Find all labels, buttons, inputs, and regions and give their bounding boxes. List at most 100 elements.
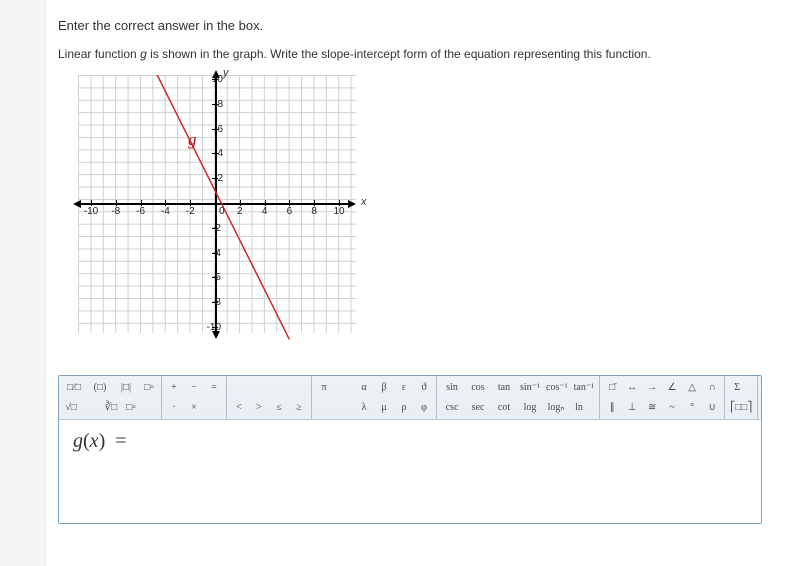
x-tick-label: -6 (136, 206, 145, 217)
math-tool-button[interactable]: ρ (395, 399, 413, 416)
x-tick (91, 200, 92, 206)
y-tick (212, 327, 218, 328)
x-tick-label: -10 (84, 206, 98, 217)
math-tool-button[interactable]: ↔ (623, 379, 641, 396)
math-tool-button[interactable] (335, 399, 353, 416)
y-tick (212, 79, 218, 80)
math-tool-button[interactable]: ε (395, 379, 413, 396)
math-tool-button[interactable]: □̄ (603, 379, 621, 396)
y-tick (212, 129, 218, 130)
math-tool-button[interactable]: cos (466, 379, 490, 396)
math-tool-button[interactable]: cos⁻¹ (544, 379, 570, 396)
math-tool-button[interactable]: μ (375, 399, 393, 416)
math-tool-button[interactable] (230, 379, 248, 396)
toolbar-group: □̄↔→∠△∩ ∥⊥≅~°∪ (600, 376, 725, 419)
x-tick (141, 200, 142, 206)
instruction-text: Enter the correct answer in the box. (58, 18, 782, 33)
math-tool-button[interactable]: β (375, 379, 393, 396)
math-tool-button[interactable] (315, 399, 333, 416)
math-tool-button[interactable]: ~ (663, 399, 681, 416)
x-tick-label: 2 (237, 206, 243, 217)
math-tool-button[interactable]: sin (440, 379, 464, 396)
math-tool-button[interactable]: logₙ (544, 399, 568, 416)
answer-prefix: g (73, 430, 83, 452)
math-tool-button[interactable]: csc (440, 399, 464, 416)
math-tool-button[interactable]: ln (570, 399, 588, 416)
math-tool-button[interactable]: ∛□ (102, 399, 120, 416)
y-tick (212, 153, 218, 154)
y-tick (212, 228, 218, 229)
math-tool-button[interactable]: △ (683, 379, 701, 396)
math-tool-button[interactable] (82, 399, 100, 416)
x-tick-label: 10 (333, 206, 344, 217)
math-tool-button[interactable]: → (643, 379, 661, 396)
toolbar-group: +−= ·× (162, 376, 227, 419)
toolbar-group: <>≤≥ (227, 376, 312, 419)
math-tool-button[interactable]: ∠ (663, 379, 681, 396)
math-tool-button[interactable]: − (185, 379, 203, 396)
math-tool-button[interactable]: tan (492, 379, 516, 396)
math-tool-button[interactable]: ϑ (415, 379, 433, 396)
x-tick (339, 200, 340, 206)
math-tool-button[interactable]: cot (492, 399, 516, 416)
math-tool-button[interactable] (250, 379, 268, 396)
x-tick (289, 200, 290, 206)
math-tool-button[interactable]: ≤ (270, 399, 288, 416)
x-tick (314, 200, 315, 206)
x-tick-label: -8 (111, 206, 120, 217)
math-tool-button[interactable]: ≅ (643, 399, 661, 416)
math-tool-button[interactable]: ⊥ (623, 399, 641, 416)
math-tool-button[interactable] (205, 399, 223, 416)
toolbar-group: Σ ⎡□□⎤ (725, 376, 758, 419)
x-tick-label: 4 (262, 206, 268, 217)
math-tool-button[interactable]: sec (466, 399, 490, 416)
math-tool-button[interactable]: sin⁻¹ (518, 379, 542, 396)
math-tool-button[interactable]: ≥ (290, 399, 308, 416)
math-tool-button[interactable]: ∩ (703, 379, 721, 396)
toolbar-group: sincostansin⁻¹cos⁻¹tan⁻¹ cscseccotloglogₙ… (437, 376, 600, 419)
x-tick-label: 6 (287, 206, 293, 217)
y-tick (212, 104, 218, 105)
x-tick (240, 200, 241, 206)
math-tool-button[interactable]: λ (355, 399, 373, 416)
y-tick (212, 178, 218, 179)
math-tool-button[interactable]: α (355, 379, 373, 396)
math-tool-button[interactable]: Σ (728, 379, 746, 396)
math-tool-button[interactable]: · (165, 399, 183, 416)
x-tick (265, 200, 266, 206)
math-tool-button[interactable]: < (230, 399, 248, 416)
x-axis-label: x (361, 196, 367, 208)
answer-input-area[interactable]: g(x) = (59, 420, 761, 523)
prompt-text: Linear function g is shown in the graph.… (58, 47, 782, 61)
math-tool-button[interactable]: log (518, 399, 542, 416)
math-tool-button[interactable]: ° (683, 399, 701, 416)
math-tool-button[interactable] (270, 379, 288, 396)
math-tool-button[interactable]: □▫ (122, 399, 140, 416)
math-tool-button[interactable]: ∪ (703, 399, 721, 416)
math-tool-button[interactable]: √□ (62, 399, 80, 416)
math-tool-button[interactable]: × (185, 399, 203, 416)
math-tool-button[interactable]: (□) (88, 379, 112, 396)
math-input-panel: □⁄□(□)|□|□▫√□∛□□▫+−=·×<>≤≥παβεϑλμρφsinco… (58, 375, 762, 524)
y-tick (212, 277, 218, 278)
y-tick (212, 253, 218, 254)
math-tool-button[interactable]: + (165, 379, 183, 396)
math-tool-button[interactable]: π (315, 379, 333, 396)
math-tool-button[interactable]: = (205, 379, 223, 396)
math-tool-button[interactable]: > (250, 399, 268, 416)
x-tick-label: -2 (186, 206, 195, 217)
math-toolbar: □⁄□(□)|□|□▫√□∛□□▫+−=·×<>≤≥παβεϑλμρφsinco… (59, 376, 761, 420)
x-tick-label: -4 (161, 206, 170, 217)
math-tool-button[interactable]: ⎡□□⎤ (728, 399, 754, 416)
toolbar-group: □⁄□(□)|□|□▫√□∛□□▫ (59, 376, 162, 419)
math-tool-button[interactable]: ∥ (603, 399, 621, 416)
coordinate-plane: x y g -10-8-6-4-2246810-10-8-6-4-2246810… (78, 75, 356, 353)
math-tool-button[interactable]: □⁄□ (62, 379, 86, 396)
origin-label: 0 (219, 206, 225, 217)
math-tool-button[interactable]: tan⁻¹ (572, 379, 597, 396)
x-tick (165, 200, 166, 206)
math-tool-button[interactable]: □▫ (140, 379, 158, 396)
math-tool-button[interactable]: |□| (114, 379, 138, 396)
math-tool-button[interactable] (335, 379, 353, 396)
math-tool-button[interactable]: φ (415, 399, 433, 416)
